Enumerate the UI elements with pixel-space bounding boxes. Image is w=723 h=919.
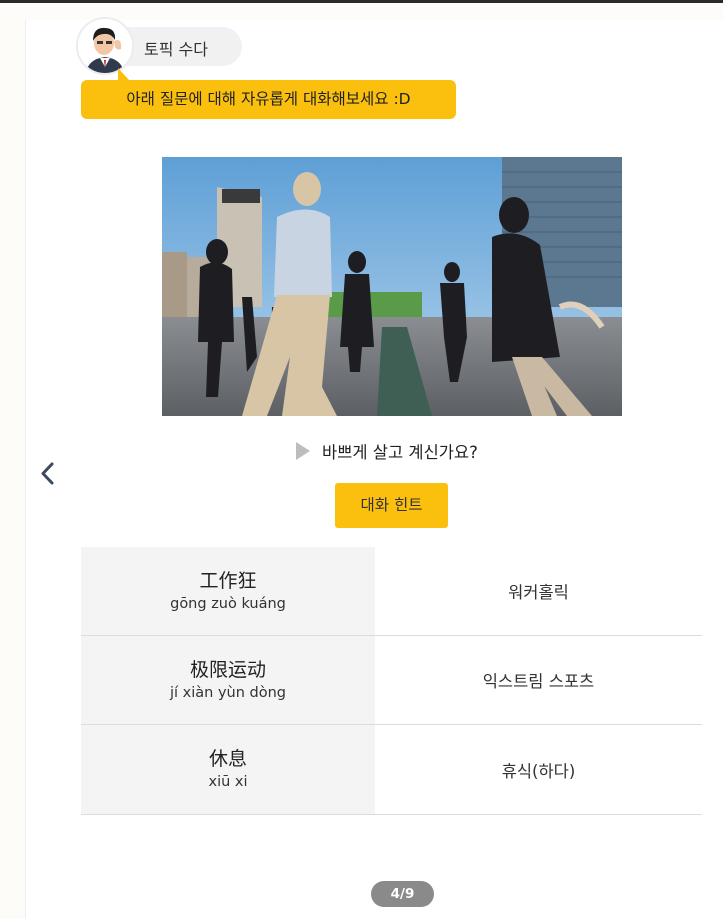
page-indicator: 4/9	[371, 881, 434, 907]
top-bar	[0, 0, 723, 3]
pinyin-text: jí xiàn yùn dòng	[170, 684, 286, 701]
pinyin-text: gōng zuò kuáng	[170, 595, 286, 612]
topic-label: 토픽 수다	[144, 40, 208, 59]
speech-bubble: 아래 질문에 대해 자유롭게 대화해보세요 :D	[81, 80, 456, 119]
korean-meaning: 휴식(하다)	[501, 761, 576, 781]
vocabulary-chinese-cell: 工作狂 gōng zuò kuáng	[81, 547, 375, 635]
avatar	[76, 17, 134, 75]
question-text: 바쁘게 살고 계신가요?	[322, 443, 478, 462]
vocabulary-chinese-cell: 极限运动 jí xiàn yùn dòng	[81, 636, 375, 724]
question-row[interactable]: 바쁘게 살고 계신가요?	[296, 438, 478, 464]
vocabulary-row: 工作狂 gōng zuò kuáng 워커홀릭	[81, 547, 702, 636]
chevron-left-icon[interactable]	[36, 460, 60, 488]
vocabulary-row: 极限运动 jí xiàn yùn dòng 익스트림 스포츠	[81, 636, 702, 725]
hanzi-text: 工作狂	[199, 569, 257, 592]
korean-meaning: 익스트림 스포츠	[482, 672, 595, 691]
vocabulary-table: 工作狂 gōng zuò kuáng 워커홀릭 极限运动 jí xiàn yùn…	[81, 547, 702, 815]
topic-photo	[162, 157, 622, 416]
pinyin-text: xiū xi	[208, 774, 248, 790]
hanzi-text: 极限运动	[189, 658, 266, 681]
vocabulary-chinese-cell: 休息 xiū xi	[81, 725, 375, 814]
hanzi-text: 休息	[208, 748, 247, 770]
conversation-hint-button[interactable]: 대화 힌트	[335, 483, 448, 528]
korean-meaning: 워커홀릭	[508, 583, 569, 602]
vocabulary-row: 休息 xiū xi 휴식(하다)	[81, 725, 702, 815]
play-icon[interactable]	[296, 442, 310, 460]
